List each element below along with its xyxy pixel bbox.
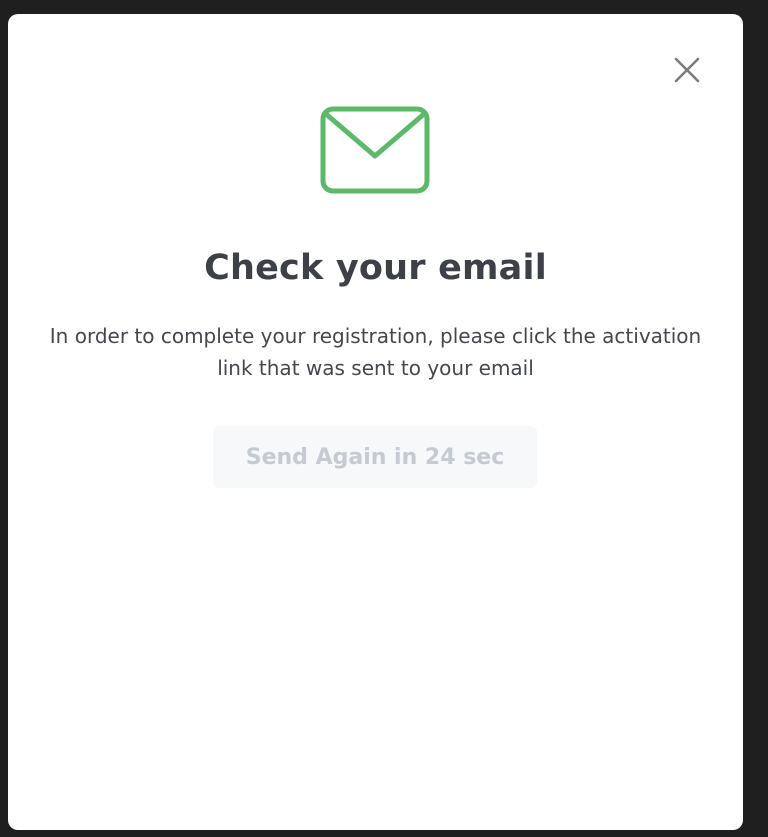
close-button[interactable] (669, 52, 705, 88)
dialog-title: Check your email (204, 248, 547, 288)
dialog-description: In order to complete your registration, … (49, 324, 702, 380)
envelope-icon (320, 106, 430, 194)
email-verification-dialog: Check your email In order to complete yo… (8, 14, 743, 830)
send-again-button[interactable]: Send Again in 24 sec (213, 426, 537, 488)
close-icon (674, 57, 700, 83)
